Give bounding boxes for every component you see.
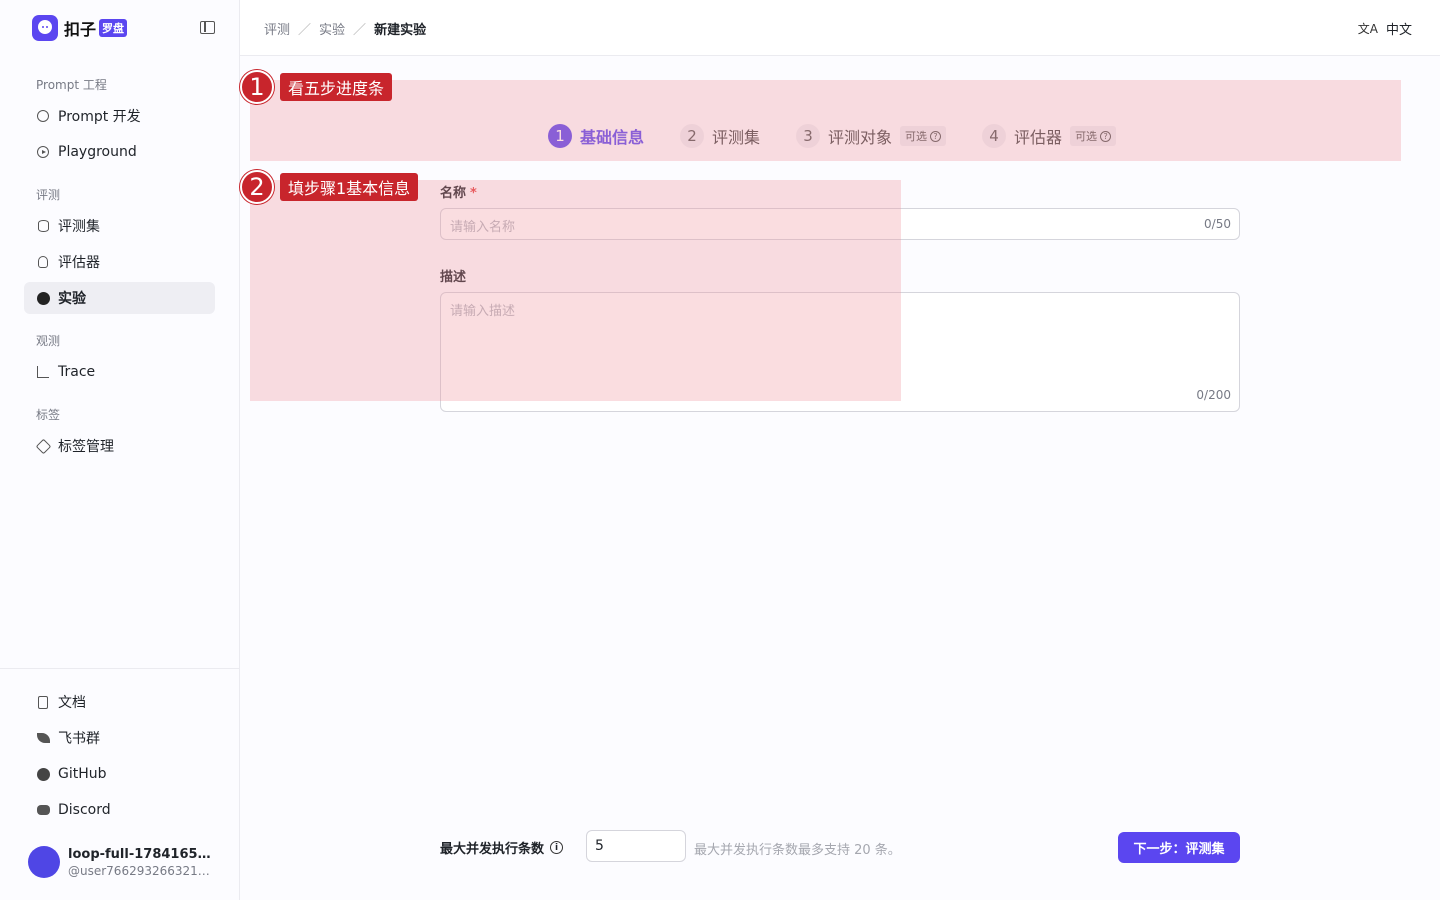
sidebar-item-docs[interactable]: 文档 — [24, 686, 215, 718]
bulb-icon — [36, 255, 50, 269]
language-label: 中文 — [1385, 23, 1412, 38]
sidebar-item-experiments[interactable]: 实验 — [24, 282, 215, 314]
top-header: 评测 ／ 实验 ／ 新建实验 文A 中文 — [240, 0, 1440, 56]
avatar — [28, 846, 60, 878]
prompt-icon — [36, 109, 50, 123]
concurrency-input[interactable]: 5 — [586, 830, 686, 862]
language-switcher[interactable]: 文A 中文 — [1358, 19, 1412, 38]
sidebar-item-tag-management[interactable]: 标签管理 — [24, 430, 215, 462]
sidebar-item-feishu[interactable]: 飞书群 — [24, 722, 215, 754]
annotation-highlight-form — [250, 180, 901, 401]
doc-icon — [36, 695, 50, 709]
nav-group-eval: 评测 — [36, 188, 61, 202]
sidebar-item-label: 飞书群 — [58, 731, 100, 747]
annotation-label: 看五步进度条 — [280, 73, 393, 101]
play-icon — [36, 145, 50, 159]
breadcrumb-separator: ／ — [353, 23, 367, 38]
concurrency-label-text: 最大并发执行条数 — [440, 842, 545, 857]
sidebar-item-label: Trace — [58, 364, 96, 380]
next-step-button[interactable]: 下一步：评测集 — [1118, 832, 1240, 863]
info-icon[interactable]: i — [550, 841, 564, 854]
breadcrumb-experiments[interactable]: 实验 — [319, 19, 345, 38]
annotation-marker: 2 — [240, 170, 274, 204]
concurrency-hint: 最大并发执行条数最多支持 20 条。 — [694, 843, 901, 858]
breadcrumb-separator: ／ — [298, 23, 312, 38]
sidebar-item-github[interactable]: GitHub — [24, 758, 215, 790]
sidebar-item-playground[interactable]: Playground — [24, 136, 215, 168]
user-handle: @user76629326632121... — [68, 863, 212, 878]
nav-group-observe: 观测 — [36, 334, 61, 348]
sidebar-item-label: 实验 — [58, 291, 86, 307]
sidebar-divider — [0, 668, 240, 669]
breadcrumb-eval[interactable]: 评测 — [264, 19, 290, 38]
gauge-icon — [36, 291, 50, 305]
database-icon — [36, 219, 50, 233]
github-icon — [36, 767, 50, 781]
sidebar-item-label: 标签管理 — [58, 439, 114, 455]
description-counter: 0/200 — [1196, 388, 1231, 402]
discord-icon — [36, 803, 50, 817]
sidebar-item-prompt-dev[interactable]: Prompt 开发 — [24, 100, 215, 132]
sidebar-item-label: GitHub — [58, 766, 107, 782]
logo[interactable]: 扣子 罗盘 — [32, 15, 128, 41]
sidebar-item-evaluators[interactable]: 评估器 — [24, 246, 215, 278]
sidebar-item-label: 文档 — [58, 695, 86, 711]
tag-icon — [35, 438, 51, 454]
trace-icon — [36, 365, 50, 379]
concurrency-label: 最大并发执行条数 i — [440, 838, 564, 857]
breadcrumb: 评测 ／ 实验 ／ 新建实验 — [264, 19, 426, 38]
translate-icon: 文A — [1357, 22, 1378, 36]
brand-name: 扣子 — [64, 20, 97, 39]
sidebar-item-label: 评测集 — [58, 219, 100, 235]
sidebar-item-label: Playground — [58, 144, 137, 160]
user-profile[interactable]: loop-full-178416554... @user766293266321… — [28, 846, 212, 878]
nav-group-tags: 标签 — [36, 408, 61, 422]
sidebar: 扣子 罗盘 Prompt 工程 Prompt 开发 Playground 评测 … — [0, 0, 240, 900]
annotation-highlight-steps — [250, 80, 1401, 161]
annotation-marker: 1 — [240, 70, 274, 104]
nav-group-prompt: Prompt 工程 — [36, 78, 107, 92]
breadcrumb-current: 新建实验 — [374, 23, 427, 38]
sidebar-item-discord[interactable]: Discord — [24, 794, 215, 826]
sidebar-item-label: Discord — [58, 802, 111, 818]
sidebar-item-trace[interactable]: Trace — [24, 356, 215, 388]
sidebar-item-datasets[interactable]: 评测集 — [24, 210, 215, 242]
logo-icon — [32, 15, 58, 41]
name-counter: 0/50 — [1204, 217, 1231, 231]
feishu-icon — [36, 731, 50, 745]
annotation-label: 填步骤1基本信息 — [280, 173, 419, 201]
brand-badge: 罗盘 — [99, 19, 128, 37]
user-name: loop-full-178416554... — [68, 846, 212, 862]
sidebar-item-label: 评估器 — [58, 255, 100, 271]
sidebar-collapse-icon[interactable] — [200, 21, 215, 34]
sidebar-item-label: Prompt 开发 — [58, 109, 141, 125]
